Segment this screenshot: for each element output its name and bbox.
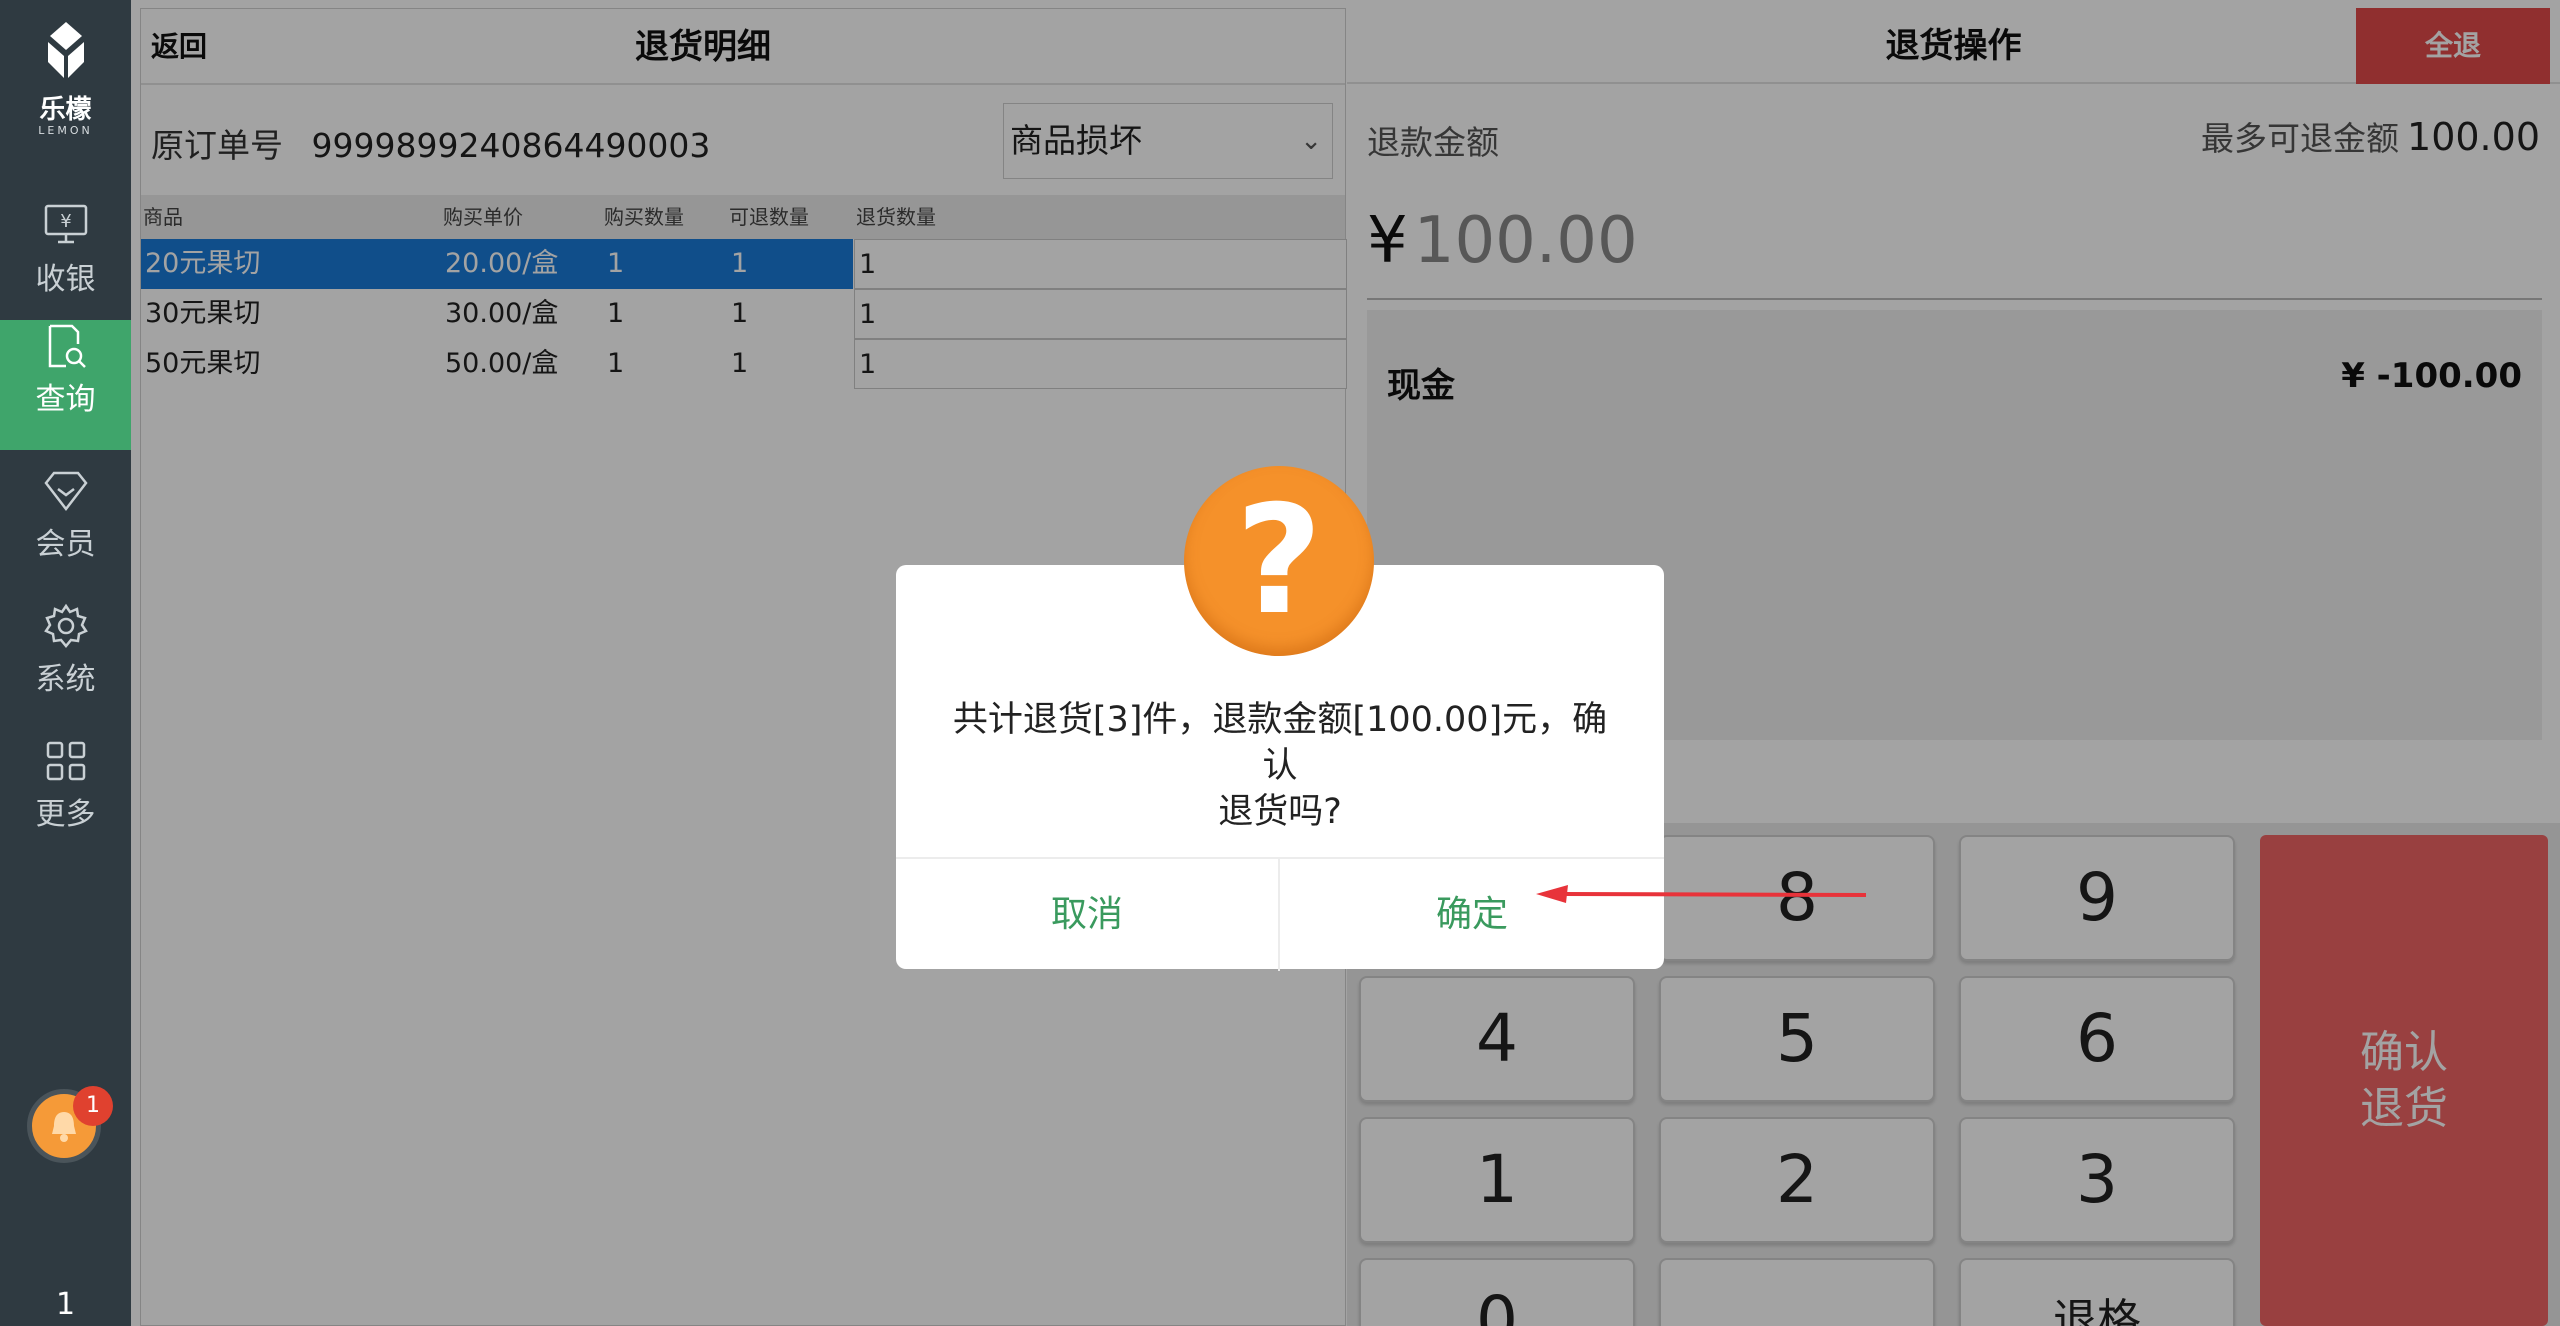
ok-button[interactable]: 确定 [1280,859,1664,971]
dialog-message-line2: 退货吗? [1218,792,1342,832]
logo-text-en: LEMON [38,124,93,137]
nav-label-more: 更多 [35,797,96,832]
lemon-logo-icon [47,22,84,78]
dialog-buttons: 取消 确定 [896,857,1664,971]
nav-item-more[interactable]: 更多 [0,735,131,865]
nav-label-query: 查询 [35,382,96,417]
annotation-arrow-icon [1536,885,1866,903]
sidebar: 乐檬 LEMON ¥ 收银 查询 会员 系统 更多 1 1 [0,0,131,1326]
app-logo: 乐檬 LEMON [0,18,131,138]
nav-label-cashier: 收银 [35,262,96,297]
nav-item-cashier[interactable]: ¥ 收银 [0,200,131,330]
dialog-message: 共计退货[3]件，退款金额[100.00]元，确认 退货吗? [936,697,1624,835]
page-number: 1 [55,1287,76,1322]
cancel-button[interactable]: 取消 [896,859,1280,971]
nav-item-query[interactable]: 查询 [0,320,131,450]
nav-label-member: 会员 [35,527,96,562]
svg-text:¥: ¥ [60,211,71,232]
notification-badge: 1 [73,1086,113,1126]
nav-item-system[interactable]: 系统 [0,600,131,730]
search-document-icon [48,324,86,368]
cash-register-icon: ¥ [44,204,87,244]
dialog-message-line1: 共计退货[3]件，退款金额[100.00]元，确认 [952,700,1608,786]
nav-item-member[interactable]: 会员 [0,465,131,595]
nav-label-system: 系统 [35,662,96,697]
gear-icon [43,603,88,648]
question-icon: ? [1184,466,1374,656]
diamond-icon [43,471,88,512]
logo-text-cn: 乐檬 [39,95,92,125]
grid-icon [46,741,85,781]
